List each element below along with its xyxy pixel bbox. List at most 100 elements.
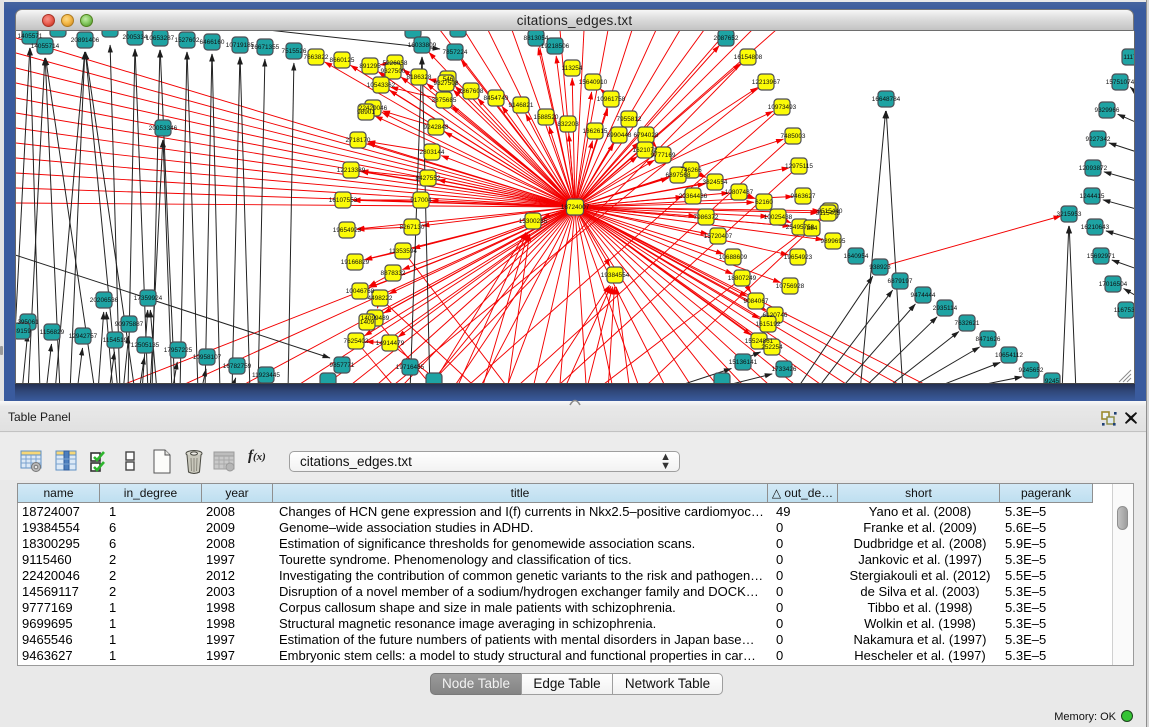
svg-text:1409: 1409 (360, 319, 375, 326)
svg-text:18724007: 18724007 (561, 204, 590, 211)
svg-text:6120746: 6120746 (763, 312, 788, 319)
svg-text:8878332: 8878332 (381, 270, 406, 277)
svg-text:12505135: 12505135 (131, 342, 160, 349)
svg-text:14914479: 14914479 (376, 340, 405, 347)
svg-text:8267130: 8267130 (400, 224, 425, 231)
svg-text:891295: 891295 (359, 63, 381, 70)
svg-text:7632621: 7632621 (955, 320, 980, 327)
svg-text:9777169: 9777169 (651, 152, 676, 159)
svg-text:9899695: 9899695 (821, 238, 846, 245)
svg-text:16648784: 16648784 (872, 96, 901, 103)
svg-text:4498222: 4498222 (368, 295, 393, 302)
svg-text:12213967: 12213967 (752, 79, 781, 86)
svg-text:3824554: 3824554 (703, 179, 728, 186)
svg-text:10688609: 10688609 (719, 254, 748, 261)
svg-text:9474444: 9474444 (911, 292, 936, 299)
svg-text:12975115: 12975115 (785, 163, 813, 170)
svg-text:9245652: 9245652 (1019, 367, 1044, 374)
svg-text:7625402: 7625402 (344, 338, 369, 345)
svg-text:2005334: 2005334 (123, 34, 148, 41)
svg-text:16154808: 16154808 (734, 54, 763, 61)
svg-text:10654112: 10654112 (995, 352, 1023, 359)
svg-text:15692971: 15692971 (1087, 253, 1116, 260)
svg-text:917004: 917004 (410, 197, 432, 204)
svg-text:1156829: 1156829 (40, 329, 65, 336)
svg-text:1154519: 1154519 (103, 337, 128, 344)
svg-text:7663822: 7663822 (304, 54, 329, 61)
svg-text:6466160: 6466160 (200, 39, 225, 46)
svg-text:11923445: 11923445 (252, 372, 280, 379)
svg-text:15640910: 15640910 (579, 79, 608, 86)
svg-text:9227342: 9227342 (1086, 136, 1111, 143)
svg-text:10025438: 10025438 (764, 214, 793, 221)
svg-text:1588520: 1588520 (534, 114, 559, 121)
svg-text:10046768: 10046768 (346, 288, 375, 295)
svg-text:19166829: 19166829 (341, 259, 370, 266)
svg-text:98901: 98901 (357, 109, 375, 116)
svg-text:938923: 938923 (869, 264, 891, 271)
svg-text:12942757: 12942757 (69, 333, 98, 340)
svg-text:2718170: 2718170 (346, 137, 371, 144)
svg-text:9327508: 9327508 (434, 80, 459, 87)
svg-text:1527602: 1527602 (175, 37, 200, 44)
svg-text:2867608: 2867608 (459, 88, 484, 95)
svg-text:17016504: 17016504 (1099, 281, 1128, 288)
svg-text:6897568: 6897568 (666, 172, 691, 179)
svg-text:10653287: 10653287 (146, 35, 175, 42)
svg-text:39159: 39159 (16, 328, 31, 335)
svg-text:10961758: 10961758 (597, 96, 626, 103)
svg-text:2935114: 2935114 (933, 305, 958, 312)
svg-text:1615192: 1615192 (756, 321, 781, 328)
svg-text:19716485: 19716485 (396, 364, 425, 371)
svg-text:9857771: 9857771 (330, 362, 355, 369)
svg-text:9146821: 9146821 (509, 102, 534, 109)
svg-text:5226058: 5226058 (383, 60, 408, 67)
svg-text:12213389: 12213389 (337, 167, 366, 174)
svg-text:1733426: 1733426 (772, 366, 797, 373)
svg-text:7955812: 7955812 (617, 116, 642, 123)
svg-text:9327500: 9327500 (381, 68, 406, 75)
svg-text:9329966: 9329966 (1095, 107, 1120, 114)
svg-text:8186328: 8186328 (407, 74, 432, 81)
svg-text:8471626: 8471626 (976, 336, 1001, 343)
svg-text:14055714: 14055714 (31, 43, 60, 50)
svg-text:1362615: 1362615 (583, 128, 608, 135)
svg-text:16671355: 16671355 (251, 44, 280, 51)
svg-text:9242848: 9242848 (424, 124, 449, 131)
svg-text:2087652: 2087652 (714, 35, 739, 42)
svg-text:1405571: 1405571 (18, 33, 43, 40)
svg-text:3115405: 3115405 (816, 210, 841, 217)
svg-text:1640954: 1640954 (844, 253, 869, 260)
svg-text:17359924: 17359924 (134, 295, 163, 302)
svg-text:10543362: 10543362 (367, 82, 396, 89)
svg-text:9245: 9245 (1045, 378, 1060, 383)
svg-text:3875685: 3875685 (432, 97, 457, 104)
svg-text:19384554: 19384554 (601, 272, 630, 279)
svg-text:19654923: 19654923 (784, 254, 813, 261)
svg-text:16782759: 16782759 (223, 363, 252, 370)
svg-text:252254: 252254 (761, 344, 783, 351)
svg-text:3215953: 3215953 (1057, 211, 1082, 218)
svg-text:20206536: 20206536 (90, 297, 119, 304)
svg-text:884: 884 (807, 225, 818, 232)
svg-text:832203: 832203 (557, 121, 579, 128)
svg-text:16210643: 16210643 (1081, 224, 1110, 231)
svg-text:15751074: 15751074 (1106, 79, 1134, 86)
svg-text:8454749: 8454749 (484, 95, 509, 102)
svg-text:90975887: 90975887 (115, 321, 144, 328)
svg-text:113254: 113254 (562, 65, 583, 72)
svg-text:8990448: 8990448 (607, 132, 632, 139)
svg-text:8427552: 8427552 (416, 175, 441, 182)
svg-text:6879197: 6879197 (888, 278, 913, 285)
svg-text:20053346: 20053346 (149, 125, 178, 132)
svg-text:11353594: 11353594 (389, 248, 417, 255)
svg-text:7986372: 7986372 (694, 214, 719, 221)
svg-text:2803144: 2803144 (420, 149, 445, 156)
svg-text:17957225: 17957225 (164, 347, 193, 354)
svg-text:395061: 395061 (17, 319, 39, 326)
svg-text:16033809: 16033809 (408, 42, 437, 49)
svg-text:10958107: 10958107 (193, 354, 222, 361)
svg-text:6794028: 6794028 (634, 132, 659, 139)
svg-text:19654923: 19654923 (333, 227, 362, 234)
svg-text:62160: 62160 (755, 199, 773, 206)
